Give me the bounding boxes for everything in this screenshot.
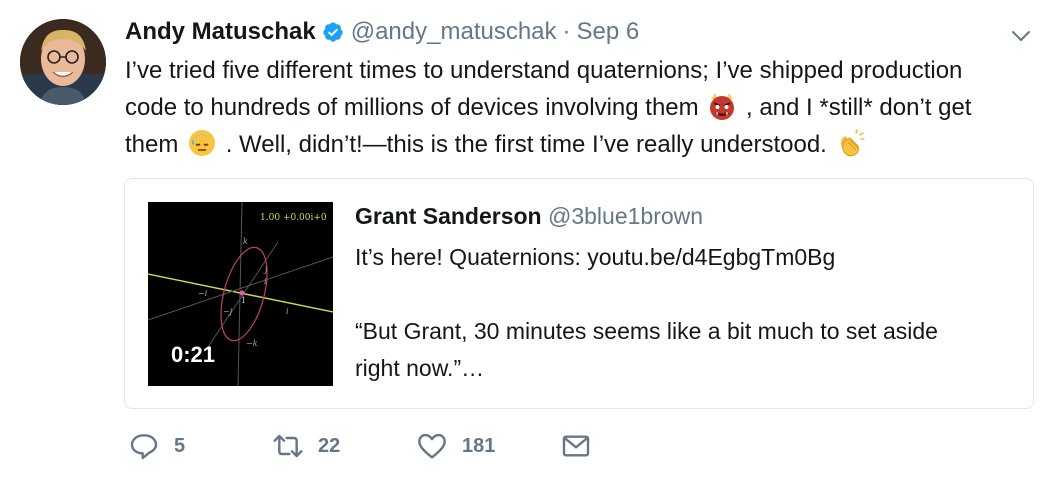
quoted-text: It’s here! Quaternions: youtu.be/d4EgbgT… — [355, 244, 938, 381]
sweat-face-emoji-icon — [189, 130, 216, 156]
reply-icon — [130, 434, 158, 460]
axis-label: −j — [223, 307, 233, 316]
tweet-header: Andy Matuschak @andy_matuschak · Sep 6 — [125, 14, 639, 50]
axis-label: i — [264, 277, 267, 286]
ogre-emoji-icon — [710, 93, 735, 120]
quoted-author[interactable]: Grant Sanderson @3blue1brown — [355, 203, 703, 230]
tweet-text-line: code to hundreds of millions of devices … — [125, 89, 1045, 126]
clapping-hands-emoji-icon — [840, 129, 865, 157]
retweet-count: 22 — [318, 434, 341, 457]
reply-count: 5 — [174, 434, 186, 457]
axis-label: −k — [246, 339, 258, 348]
avatar[interactable] — [20, 19, 106, 105]
tweet-text-fragment: . Well, didn’t!—this is the first time I… — [225, 131, 827, 158]
quoted-author-name: Grant Sanderson — [355, 203, 542, 229]
avatar-image — [20, 19, 106, 105]
verified-badge-icon — [323, 22, 343, 42]
axis-label: −i — [198, 289, 208, 298]
tweet-date[interactable]: Sep 6 — [577, 18, 640, 46]
author-handle[interactable]: @andy_matuschak — [351, 18, 557, 46]
axis-label: k — [243, 237, 248, 246]
retweet-button[interactable]: 22 — [272, 428, 340, 464]
tweet-text-line: them . Well, didn’t!—this is the first t… — [125, 126, 1045, 163]
tweet-text-line: I’ve tried five different times to under… — [125, 57, 963, 84]
quoted-author-handle: @3blue1brown — [548, 203, 704, 229]
tweet-text-fragment: them — [125, 131, 179, 158]
reply-button[interactable]: 5 — [128, 428, 185, 464]
author-name[interactable]: Andy Matuschak — [125, 18, 316, 46]
axis-label: 1 — [241, 296, 246, 305]
header-separator: · — [562, 18, 571, 45]
direct-message-button[interactable] — [560, 428, 592, 464]
tweet-text: I’ve tried five different times to under… — [125, 52, 1045, 163]
retweet-icon — [273, 434, 303, 458]
heart-icon — [418, 433, 446, 459]
tweet-text-fragment: code to hundreds of millions of devices … — [125, 94, 699, 121]
video-duration: 0:21 — [171, 342, 216, 367]
tweet-text-fragment: , and I *still* don’t get — [746, 94, 972, 121]
like-button[interactable]: 181 — [416, 428, 495, 464]
envelope-icon — [562, 435, 590, 457]
like-count: 181 — [462, 434, 496, 457]
quoted-tweet-card[interactable]: 1.00 +0.00i+0 k j i 1 −i −j −k i 0:21 Gr… — [124, 178, 1034, 409]
thumb-label: 1.00 +0.00i+0 — [260, 213, 327, 223]
chevron-down-icon[interactable] — [1009, 24, 1033, 48]
axis-label: i — [286, 307, 289, 316]
video-thumbnail[interactable]: 1.00 +0.00i+0 k j i 1 −i −j −k i 0:21 — [148, 202, 333, 386]
